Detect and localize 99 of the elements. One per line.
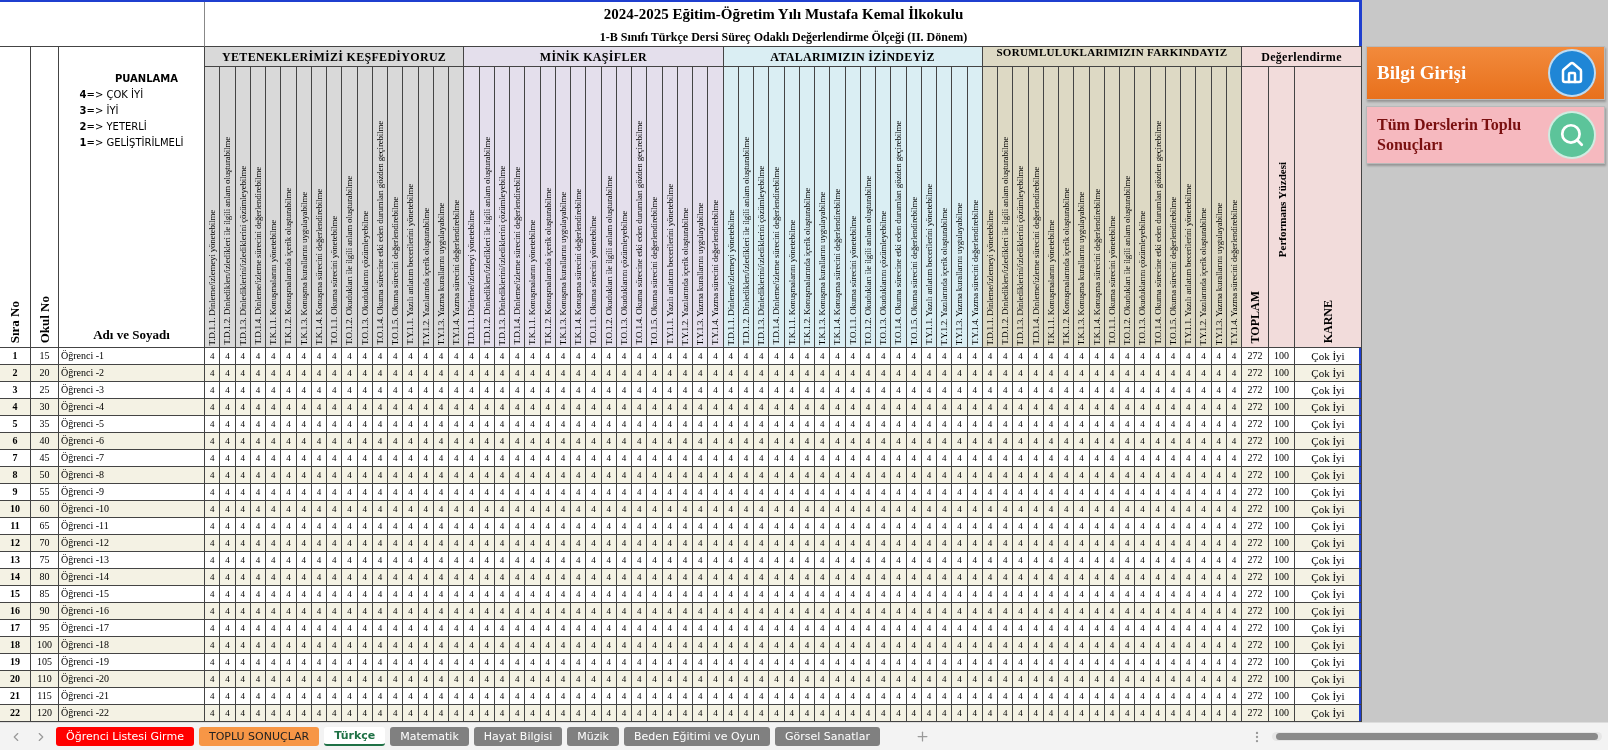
sheet-tab[interactable]: Beden Eğitimi ve Oyun: [624, 727, 771, 746]
criterion-header: T.O.1.4. Okuma sürecine etki eden durumları gözden geçirebilme: [892, 121, 905, 345]
legend-line: 3=> İYİ: [79, 103, 120, 118]
criterion-header: T.D.1.3. Dinlediklerini/izlediklerini çözümleyebilme: [755, 165, 768, 345]
criterion-header: T.Y.1.2. Yazılarında içerik oluşturabilme: [678, 207, 691, 345]
criterion-header: T.Y.1.1. Yazılı anlatım becerilerini yönetebilme: [663, 184, 676, 345]
criterion-header: T.O.1.3. Okuduklarını çözümleyebilme: [1136, 210, 1149, 345]
criterion-header: T.K.1.4. Konuşma sürecini değerlendirebilme: [572, 189, 585, 345]
criterion-header: T.O.1.2. Okudukları ile ilgili anlam oluşturabilme: [861, 175, 874, 345]
criterion-header: T.O.1.3. Okuduklarını çözümleyebilme: [877, 210, 890, 345]
criterion-header: T.D.1.1. Dinleme/izlemeyi yönetebilme: [983, 209, 996, 345]
criterion-header: T.Y.1.2. Yazılarında içerik oluşturabilme: [1197, 207, 1210, 345]
criterion-header: T.O.1.4. Okuma sürecine etki eden durumları gözden geçirebilme: [1151, 121, 1164, 345]
search-icon: [1548, 111, 1596, 159]
criterion-header: T.D.1.4. Dinleme/izleme sürecini değerlendirebilme: [1029, 167, 1042, 345]
column-header: Performans Yüzdesi: [1275, 161, 1288, 257]
criterion-header: T.D.1.2. Dinlediklerı/izledikleri ile ilgili anlam oluşturabilme: [999, 137, 1012, 345]
criterion-header: T.O.1.3. Okuduklarını çözümleyebilme: [358, 210, 371, 345]
criterion-header: T.O.1.1. Okuma sürecini yönetebilme: [846, 216, 859, 345]
sheet-tab[interactable]: Türkçe: [324, 727, 386, 746]
criterion-header: T.O.1.5. Okuma sürecini değerlendirebilme: [648, 196, 661, 345]
nav-button[interactable]: Tüm Derslerin Toplu Sonuçları: [1366, 106, 1605, 164]
column-header: Adı ve Soyadı: [93, 327, 170, 343]
section-header: YETENEKLERİMİZİ KEŞFEDİYORUZ: [205, 47, 465, 67]
criterion-header: T.D.1.2. Dinlediklerı/izledikleri ile ilgili anlam oluşturabilme: [480, 137, 493, 345]
sheet-tab[interactable]: Hayat Bilgisi: [473, 727, 563, 746]
sheet-tab[interactable]: Müzik: [567, 727, 619, 746]
criterion-header: T.D.1.3. Dinlediklerini/izlediklerini çözümleyebilme: [236, 165, 249, 345]
criterion-header: T.O.1.1. Okuma sürecini yönetebilme: [1105, 216, 1118, 345]
criterion-header: T.K.1.4. Konuşma sürecini değerlendirebilme: [831, 189, 844, 345]
criterion-header: T.K.1.1. Konuşmalarını yönetebilme: [785, 220, 798, 345]
criterion-header: T.K.1.2. Konuşmalarında içerik oluşturabilme: [541, 188, 554, 345]
criterion-header: T.O.1.2. Okudukları ile ilgili anlam oluşturabilme: [1121, 175, 1134, 345]
sheet-tab[interactable]: Görsel Sanatlar: [775, 727, 880, 746]
criterion-header: T.O.1.4. Okuma sürecine etki eden durumları gözden geçirebilme: [633, 121, 646, 345]
criterion-header: T.D.1.1. Dinleme/izlemeyi yönetebilme: [724, 209, 737, 345]
criterion-header: T.K.1.3. Konuşma kurallarını uygulayabilme: [1075, 191, 1088, 345]
column-header: Okul No: [36, 295, 53, 343]
criterion-header: T.Y.1.3. Yazma kurallarını uygulayabilme: [434, 202, 447, 345]
criterion-header: T.O.1.1. Okuma sürecini yönetebilme: [587, 216, 600, 345]
sheet-tab[interactable]: Öğrenci Listesi Girme: [56, 727, 194, 746]
section-header: ATALARIMIZIN İZİNDEYİZ: [723, 47, 983, 67]
criterion-header: T.K.1.2. Konuşmalarında içerik oluşturabilme: [282, 188, 295, 345]
column-header: TOPLAM: [1247, 290, 1263, 343]
criterion-header: T.Y.1.2. Yazılarında içerik oluşturabilme: [938, 207, 951, 345]
criterion-header: T.K.1.4. Konuşma sürecini değerlendirebilme: [1090, 189, 1103, 345]
criterion-header: T.K.1.1. Konuşmalarını yönetebilme: [1044, 220, 1057, 345]
sheet-subtitle: 1-B Sınıfı Türkçe Dersi Süreç Odaklı Değerlendirme Ölçeği (II. Dönem): [599, 29, 968, 46]
legend-line: 1=> GELİŞTİRİLMELİ: [79, 135, 184, 150]
sheet-title: 2024-2025 Eğitim-Öğretim Yılı Mustafa Kemal İlkokulu: [603, 5, 964, 24]
criterion-header: T.D.1.4. Dinleme/izleme sürecini değerlendirebilme: [251, 167, 264, 345]
section-header: SORUMLULUKLARIMIZIN FARKINDAYIZ: [982, 47, 1242, 67]
criterion-header: T.Y.1.2. Yazılarında içerik oluşturabilme: [419, 207, 432, 345]
criterion-header: T.D.1.4. Dinleme/izleme sürecini değerlendirebilme: [770, 167, 783, 345]
criterion-header: T.Y.1.4. Yazma sürecini değerlendirebilme: [709, 200, 722, 345]
criterion-header: T.O.1.4. Okuma sürecine etki eden durumları gözden geçirebilme: [373, 121, 386, 345]
legend-title: PUANLAMA: [114, 72, 179, 86]
criterion-header: T.K.1.3. Konuşma kurallarını uygulayabilme: [297, 191, 310, 345]
criterion-header: T.K.1.4. Konuşma sürecini değerlendirebilme: [312, 189, 325, 345]
criterion-header: T.K.1.3. Konuşma kurallarını uygulayabilme: [556, 191, 569, 345]
section-header: Değerlendirme: [1242, 47, 1362, 67]
criterion-header: T.D.1.3. Dinlediklerini/izlediklerini çözümleyebilme: [1014, 165, 1027, 345]
criterion-header: T.D.1.3. Dinlediklerini/izlediklerini çözümleyebilme: [495, 165, 508, 345]
criterion-header: T.D.1.1. Dinleme/izlemeyi yönetebilme: [206, 209, 219, 345]
criterion-header: T.Y.1.4. Yazma sürecini değerlendirebilme: [968, 200, 981, 345]
column-header: Sıra No: [7, 300, 23, 343]
criterion-header: T.O.1.2. Okudukları ile ilgili anlam oluşturabilme: [602, 175, 615, 345]
sheet-tab[interactable]: Matematik: [390, 727, 469, 746]
criterion-header: T.Y.1.4. Yazma sürecini değerlendirebilme: [1227, 200, 1240, 345]
scrollbar[interactable]: [1272, 732, 1602, 741]
section-header: MİNİK KAŞİFLER: [464, 47, 724, 67]
criterion-header: T.K.1.3. Konuşma kurallarını uygulayabilme: [816, 191, 829, 345]
criterion-header: T.Y.1.3. Yazma kurallarını uygulayabilme: [953, 202, 966, 345]
criterion-header: T.O.1.2. Okudukları ile ilgili anlam oluşturabilme: [343, 175, 356, 345]
criterion-header: T.K.1.1. Konuşmalarını yönetebilme: [526, 220, 539, 345]
legend-line: 2=> YETERLİ: [79, 119, 148, 134]
nav-button[interactable]: Bilgi Girişi: [1366, 46, 1605, 100]
criterion-header: T.Y.1.1. Yazılı anlatım becerilerini yönetebilme: [922, 184, 935, 345]
criterion-header: T.Y.1.4. Yazma sürecini değerlendirebilme: [450, 200, 463, 345]
criterion-header: T.D.1.1. Dinleme/izlemeyi yönetebilme: [465, 209, 478, 345]
criterion-header: T.K.1.2. Konuşmalarında içerik oluşturabilme: [1060, 188, 1073, 345]
column-header: KARNE: [1320, 299, 1336, 343]
criterion-header: T.O.1.1. Okuma sürecini yönetebilme: [328, 216, 341, 345]
criterion-header: T.Y.1.1. Yazılı anlatım becerilerini yönetebilme: [1182, 184, 1195, 345]
sheet-tab[interactable]: TOPLU SONUÇLAR: [198, 727, 320, 746]
criterion-header: T.Y.1.1. Yazılı anlatım becerilerini yönetebilme: [404, 184, 417, 345]
criterion-header: T.O.1.5. Okuma sürecini değerlendirebilme: [907, 196, 920, 345]
criterion-header: T.D.1.2. Dinlediklerı/izledikleri ile ilgili anlam oluşturabilme: [221, 137, 234, 345]
criterion-header: T.O.1.5. Okuma sürecini değerlendirebilme: [389, 196, 402, 345]
criterion-header: T.Y.1.3. Yazma kurallarını uygulayabilme: [1212, 202, 1225, 345]
criterion-header: T.D.1.4. Dinleme/izleme sürecini değerlendirebilme: [511, 167, 524, 345]
criterion-header: T.O.1.3. Okuduklarını çözümleyebilme: [617, 210, 630, 345]
criterion-header: T.D.1.2. Dinlediklerı/izledikleri ile ilgili anlam oluşturabilme: [739, 137, 752, 345]
criterion-header: T.O.1.5. Okuma sürecini değerlendirebilme: [1166, 196, 1179, 345]
criterion-header: T.K.1.2. Konuşmalarında içerik oluşturabilme: [800, 188, 813, 345]
legend-line: 4=> ÇOK İYİ: [79, 87, 145, 102]
criterion-header: T.Y.1.3. Yazma kurallarını uygulayabilme: [694, 202, 707, 345]
criterion-header: T.K.1.1. Konuşmalarını yönetebilme: [267, 220, 280, 345]
home-icon: [1548, 49, 1596, 97]
